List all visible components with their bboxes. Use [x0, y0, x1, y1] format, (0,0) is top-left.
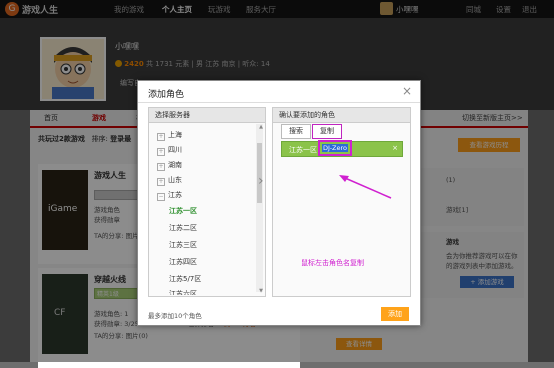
server-item[interactable]: 江苏六区	[169, 289, 197, 295]
region-shandong[interactable]: + 山东	[157, 175, 182, 186]
annotation-text: 鼠标左击角色名复制	[301, 259, 364, 267]
region-label: 山东	[168, 176, 182, 184]
region-label: 湖南	[168, 161, 182, 169]
dialog-divider	[138, 102, 420, 103]
server-select-panel: 选择服务器 + 上海 + 四川 + 湖南 + 山东 − 江苏 江苏一区 江苏二区 江苏三区…	[148, 107, 266, 297]
annotation-arrow-icon	[339, 175, 392, 199]
expand-plus-icon[interactable]: +	[157, 178, 165, 186]
server-item[interactable]: 江苏四区	[169, 257, 197, 267]
expand-plus-icon[interactable]: +	[157, 133, 165, 141]
dialog-title: 添加角色	[148, 90, 185, 100]
region-label: 江苏	[168, 191, 182, 199]
add-button[interactable]: 添加	[381, 307, 409, 321]
chevron-right-icon: ›	[258, 173, 264, 189]
expand-plus-icon[interactable]: +	[157, 163, 165, 171]
add-role-dialog: 添加角色 × 选择服务器 + 上海 + 四川 + 湖南 + 山东 − 江苏 江苏一区 江苏…	[137, 80, 421, 326]
region-label: 四川	[168, 146, 182, 154]
scroll-down-icon[interactable]: ▼	[259, 288, 263, 294]
confirm-panel-title: 确认要添加的角色	[273, 108, 410, 123]
region-hunan[interactable]: + 湖南	[157, 160, 182, 171]
role-name-highlight: DJ-Zero	[318, 140, 352, 156]
region-jiangsu[interactable]: − 江苏	[157, 190, 182, 201]
role-name[interactable]: DJ-Zero	[322, 144, 348, 152]
server-item[interactable]: 江苏5/7区	[169, 274, 201, 284]
scroll-up-icon[interactable]: ▲	[259, 124, 263, 130]
close-icon[interactable]: ×	[402, 84, 412, 98]
confirm-role-panel: 确认要添加的角色 搜索 复制 江苏一区 DJ-Zero × 鼠标左击角色名复制	[272, 107, 411, 297]
role-server-label: 江苏一区	[289, 146, 317, 154]
role-chip: 江苏一区 DJ-Zero ×	[281, 140, 403, 157]
server-panel-title: 选择服务器	[149, 108, 265, 123]
collapse-minus-icon[interactable]: −	[157, 193, 165, 201]
region-shanghai[interactable]: + 上海	[157, 130, 182, 141]
max-roles-hint: 最多添加10个角色	[148, 312, 202, 320]
tab-copy[interactable]: 复制	[312, 124, 342, 139]
region-sichuan[interactable]: + 四川	[157, 145, 182, 156]
server-item-selected[interactable]: 江苏一区	[169, 206, 197, 216]
remove-role-icon[interactable]: ×	[392, 144, 398, 152]
region-label: 上海	[168, 131, 182, 139]
expand-plus-icon[interactable]: +	[157, 148, 165, 156]
server-item[interactable]: 江苏二区	[169, 223, 197, 233]
server-item[interactable]: 江苏三区	[169, 240, 197, 250]
tab-search[interactable]: 搜索	[281, 124, 311, 139]
